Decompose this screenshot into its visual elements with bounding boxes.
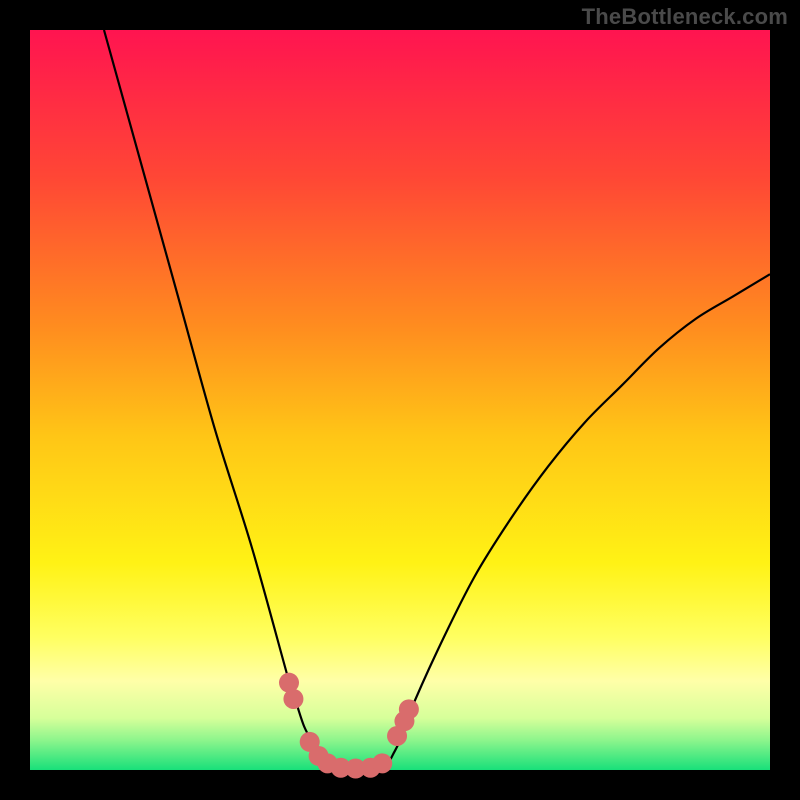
branding-watermark: TheBottleneck.com	[582, 4, 788, 30]
highlight-dot	[372, 753, 392, 773]
highlight-dot	[283, 689, 303, 709]
plot-background	[30, 30, 770, 770]
bottleneck-chart	[0, 0, 800, 800]
outer-frame: TheBottleneck.com	[0, 0, 800, 800]
highlight-dot	[399, 699, 419, 719]
